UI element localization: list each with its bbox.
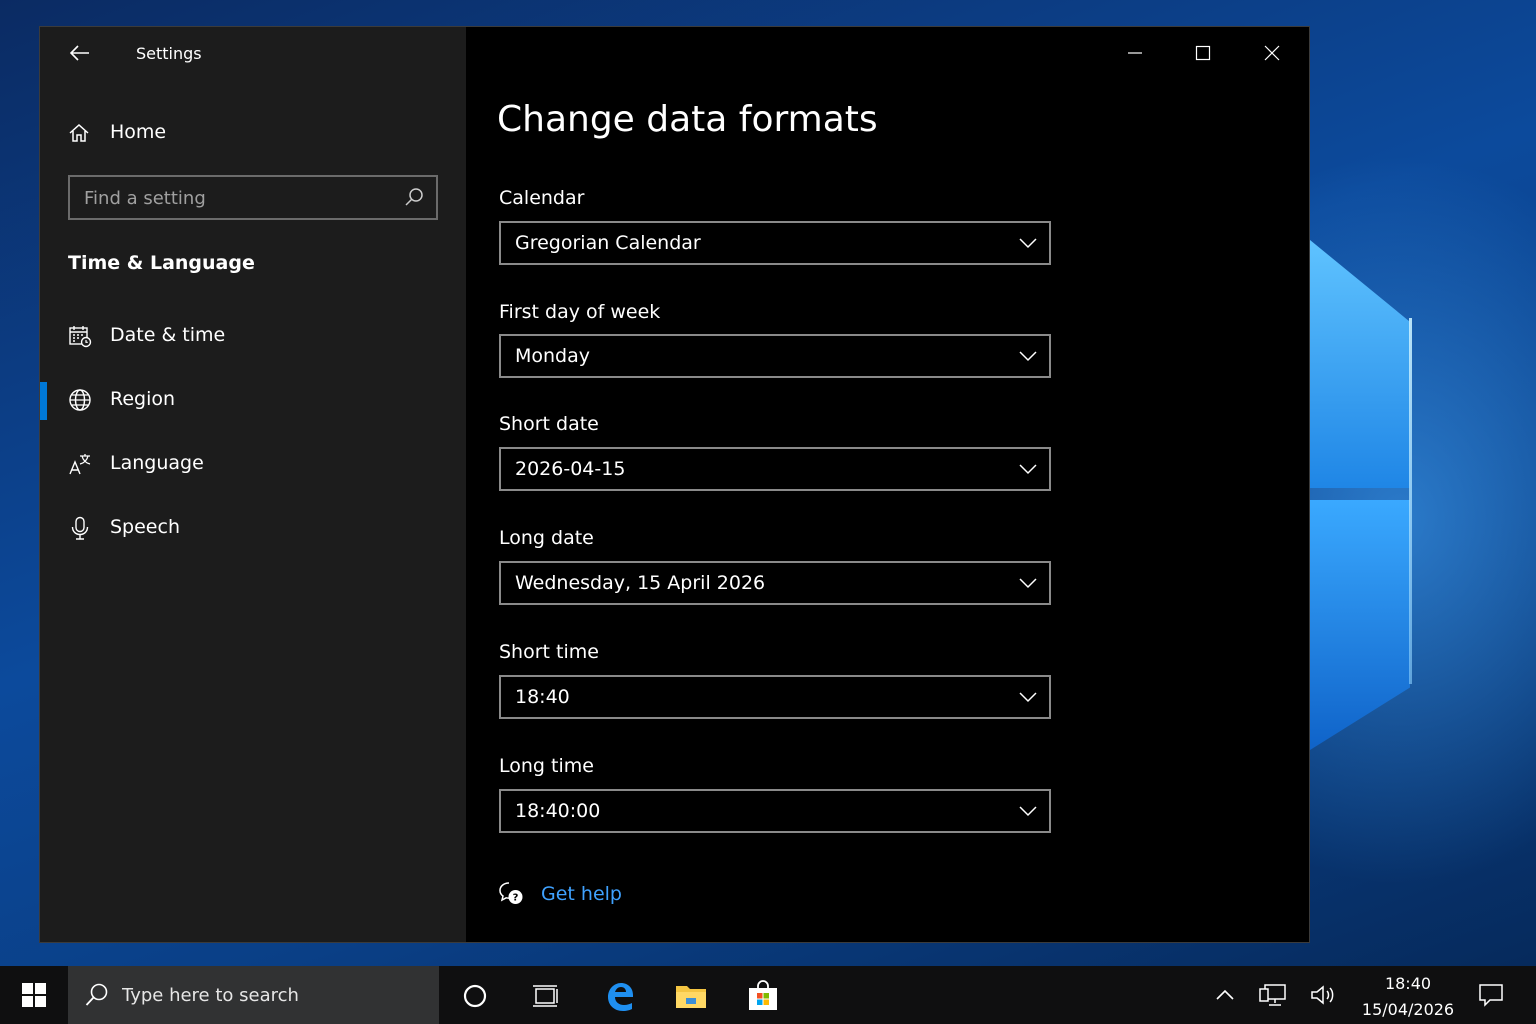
short-date-dropdown[interactable]: 2026-04-15 <box>499 447 1051 491</box>
find-setting-search[interactable] <box>68 175 438 220</box>
start-button[interactable] <box>0 966 68 1024</box>
sidebar-item-speech[interactable]: Speech <box>40 505 466 551</box>
sidebar-item-region[interactable]: Region <box>40 377 466 423</box>
globe-icon <box>69 389 91 411</box>
microphone-icon <box>71 516 89 540</box>
first-day-of-week-label: First day of week <box>499 301 661 323</box>
sidebar: Settings Home Time & Language <box>40 27 466 942</box>
notification-icon <box>1479 984 1503 1007</box>
dropdown-value: 18:40:00 <box>515 800 601 822</box>
store-bag-icon <box>749 980 777 1010</box>
network-button[interactable] <box>1258 980 1288 1010</box>
short-time-dropdown[interactable]: 18:40 <box>499 675 1051 719</box>
get-help-link[interactable]: Get help <box>541 883 622 905</box>
back-button[interactable] <box>62 37 98 69</box>
dropdown-value: Wednesday, 15 April 2026 <box>515 572 766 594</box>
windows-logo-pane <box>1310 500 1410 750</box>
language-icon <box>69 454 91 475</box>
file-explorer-button[interactable] <box>669 974 713 1018</box>
network-icon <box>1259 984 1286 1006</box>
clock-date: 15/04/2026 <box>1361 1000 1455 1019</box>
content-pane: Change data formats Calendar Gregorian C… <box>466 27 1309 942</box>
selection-indicator <box>40 382 47 420</box>
chevron-down-icon <box>1019 692 1037 703</box>
sidebar-item-label: Speech <box>110 516 180 538</box>
sidebar-item-label: Region <box>110 388 176 410</box>
chevron-down-icon <box>1019 351 1037 362</box>
calendar-dropdown[interactable]: Gregorian Calendar <box>499 221 1051 265</box>
nav-home[interactable]: Home <box>40 115 466 151</box>
dropdown-value: 18:40 <box>515 686 570 708</box>
clock-time: 18:40 <box>1384 974 1432 993</box>
long-date-dropdown[interactable]: Wednesday, 15 April 2026 <box>499 561 1051 605</box>
chevron-down-icon <box>1019 806 1037 817</box>
short-date-label: Short date <box>499 413 599 435</box>
search-icon[interactable] <box>404 187 424 207</box>
edge-browser-button[interactable] <box>598 974 642 1018</box>
first-day-of-week-dropdown[interactable]: Monday <box>499 334 1051 378</box>
chevron-down-icon <box>1019 238 1037 249</box>
sidebar-item-label: Language <box>110 452 204 474</box>
back-arrow-icon <box>70 45 89 61</box>
sidebar-item-label: Date & time <box>110 324 226 346</box>
dropdown-value: 2026-04-15 <box>515 458 626 480</box>
calendar-clock-icon <box>69 326 92 348</box>
long-date-label: Long date <box>499 527 594 549</box>
taskbar-search[interactable] <box>68 966 439 1024</box>
clock[interactable]: 18:40 15/04/2026 <box>1356 971 1460 1023</box>
action-center-button[interactable] <box>1476 980 1506 1010</box>
show-hidden-icons-button[interactable] <box>1210 980 1240 1010</box>
get-help[interactable]: ? Get help <box>498 879 658 909</box>
page-title: Change data formats <box>497 99 878 140</box>
help-chat-icon: ? <box>499 882 523 904</box>
section-title: Time & Language <box>68 252 255 274</box>
short-time-label: Short time <box>499 641 599 663</box>
speaker-icon <box>1311 985 1334 1005</box>
chevron-down-icon <box>1019 578 1037 589</box>
windows-logo-edge <box>1409 318 1412 684</box>
home-icon <box>69 123 89 142</box>
long-time-dropdown[interactable]: 18:40:00 <box>499 789 1051 833</box>
task-view-button[interactable] <box>524 974 568 1018</box>
svg-text:?: ? <box>513 893 519 904</box>
title-bar: Settings <box>40 27 466 81</box>
search-icon <box>85 983 108 1006</box>
dropdown-value: Gregorian Calendar <box>515 232 701 254</box>
dropdown-value: Monday <box>515 345 591 367</box>
nav-home-label: Home <box>110 121 167 143</box>
app-title: Settings <box>136 44 202 63</box>
windows-logo-pane <box>1310 240 1410 488</box>
long-time-label: Long time <box>499 755 594 777</box>
close-icon <box>1264 45 1280 61</box>
maximize-icon <box>1195 45 1211 61</box>
maximize-button[interactable] <box>1180 35 1226 71</box>
windows-start-icon <box>22 983 46 1007</box>
task-view-icon <box>533 985 558 1007</box>
minimize-button[interactable] <box>1112 35 1158 71</box>
taskbar: 18:40 15/04/2026 <box>0 966 1536 1024</box>
folder-icon <box>676 986 706 1008</box>
sidebar-item-language[interactable]: Language <box>40 441 466 487</box>
minimize-icon <box>1128 52 1142 54</box>
settings-window: Settings Home Time & Language <box>39 26 1310 943</box>
sidebar-item-date-time[interactable]: Date & time <box>40 313 466 359</box>
chevron-down-icon <box>1019 464 1037 475</box>
edge-icon <box>608 983 633 1011</box>
close-button[interactable] <box>1249 35 1295 71</box>
calendar-label: Calendar <box>499 187 585 209</box>
chevron-up-icon <box>1216 989 1234 1000</box>
taskbar-search-input[interactable] <box>122 982 422 1008</box>
cortana-circle-icon <box>463 984 487 1008</box>
store-button[interactable] <box>741 974 785 1018</box>
volume-button[interactable] <box>1308 980 1338 1010</box>
find-setting-input[interactable] <box>84 185 384 211</box>
cortana-button[interactable] <box>453 974 497 1018</box>
